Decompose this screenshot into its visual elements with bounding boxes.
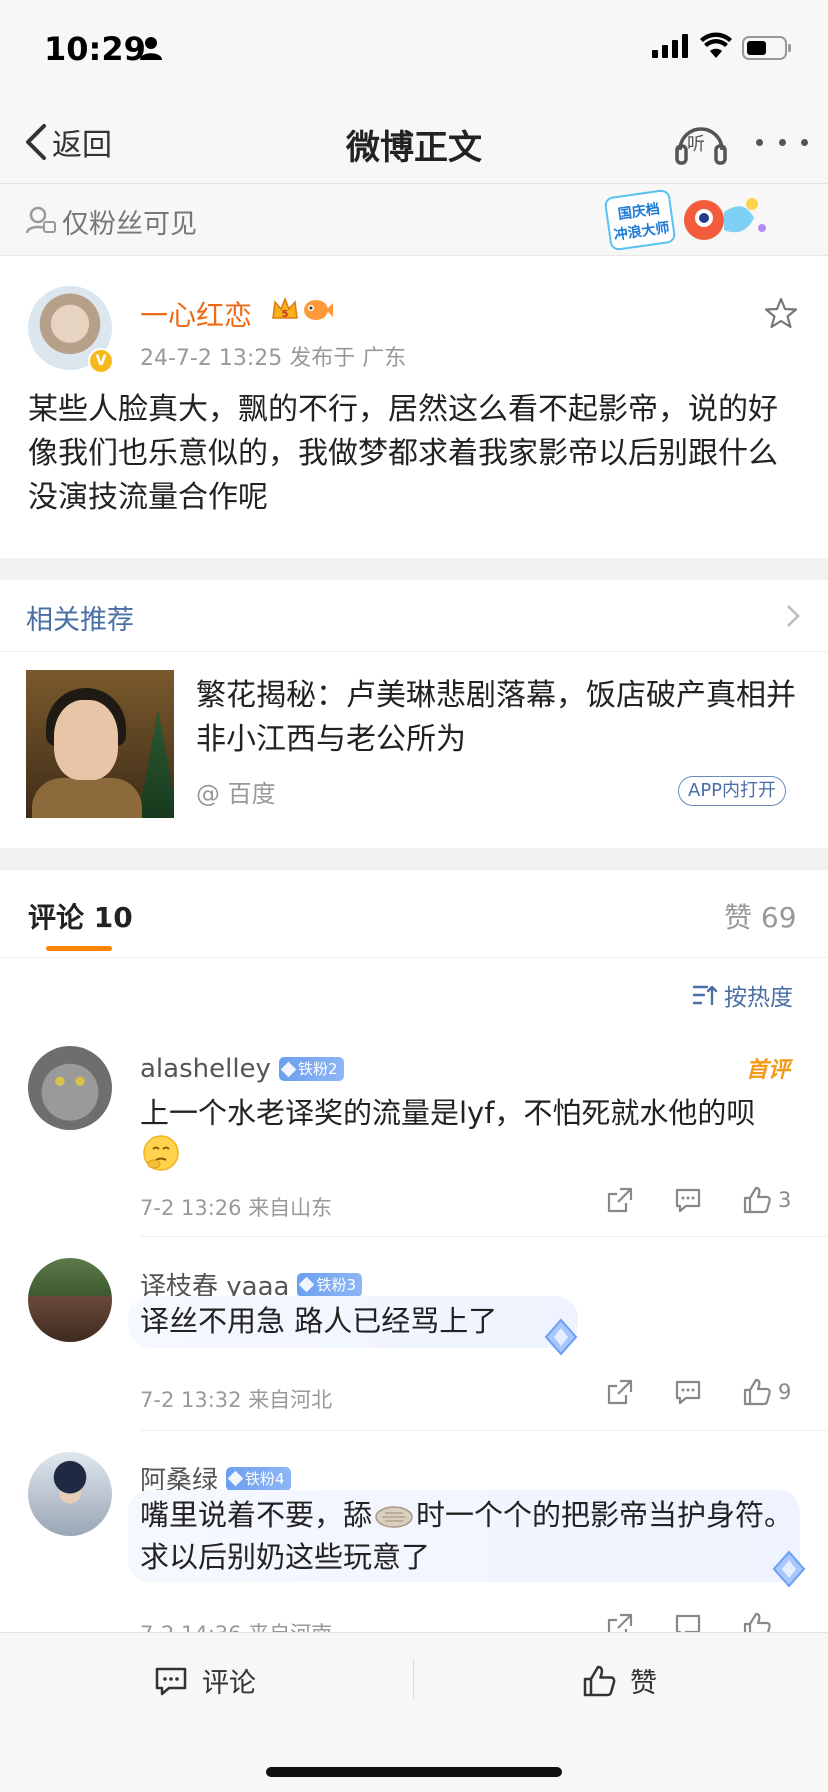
like-thumb-icon[interactable] xyxy=(742,1378,772,1406)
fish-badge-icon xyxy=(304,300,333,320)
back-label: 返回 xyxy=(52,128,112,163)
share-icon[interactable] xyxy=(606,1378,634,1406)
sort-by-hot-button[interactable]: 按热度 xyxy=(692,978,793,1012)
dumpling-emoji-icon xyxy=(375,1506,413,1528)
comment-meta: 7-2 13:32 来自河北 xyxy=(140,1388,333,1412)
chevron-right-icon xyxy=(787,605,800,627)
post-card: V 一心红恋 5 24-7-2 13:25 发布于 广东 某些人脸真大，飘的不行… xyxy=(0,256,828,558)
share-icon[interactable] xyxy=(606,1186,634,1214)
recommend-headline: 繁花揭秘：卢美琳悲剧落幕，饭店破产真相并非小江西与老公所为 xyxy=(196,678,796,757)
related-recommend-title: 相关推荐 xyxy=(26,605,134,636)
fan-level-text: 铁粉2 xyxy=(297,1060,338,1078)
like-count: 9 xyxy=(778,1380,792,1404)
favorite-star-icon[interactable] xyxy=(764,296,798,330)
bottom-like-button[interactable]: 赞 xyxy=(582,1661,657,1700)
reply-comment-icon[interactable] xyxy=(674,1378,702,1406)
comment-actions: 3 xyxy=(606,1186,791,1214)
sort-icon xyxy=(692,985,718,1006)
listen-button[interactable]: 听 xyxy=(674,118,728,166)
open-in-app-button[interactable]: APP内打开 xyxy=(678,776,787,806)
commenter-avatar[interactable] xyxy=(28,1258,112,1342)
bottom-comment-label: 评论 xyxy=(202,1668,256,1699)
visibility-bar: 仅粉丝可见 国庆档 冲浪大师 xyxy=(0,184,828,256)
fan-level-badge: 铁粉3 xyxy=(297,1272,362,1297)
battery-icon xyxy=(742,36,791,60)
comment-icon xyxy=(155,1667,187,1695)
home-indicator xyxy=(266,1767,562,1777)
nav-bar: 返回 微博正文 听 xyxy=(0,100,828,184)
bottom-divider xyxy=(413,1659,414,1699)
person-icon xyxy=(140,37,162,60)
section-gap xyxy=(0,558,828,580)
commenter-avatar[interactable] xyxy=(28,1046,112,1130)
bottom-like-label: 赞 xyxy=(630,1668,657,1699)
thinking-emoji-icon xyxy=(143,1135,179,1171)
commenter-name-row: alashelley 铁粉2 xyxy=(140,1054,344,1084)
commenter-name[interactable]: alashelley xyxy=(140,1054,271,1084)
bottom-action-bar: 评论 赞 xyxy=(0,1632,828,1792)
fan-level-badge: 铁粉2 xyxy=(278,1057,344,1081)
back-button[interactable]: 返回 xyxy=(22,120,112,164)
comment-text: 上一个水老译奖的流量是lyf，不怕死就水他的呗 xyxy=(140,1092,800,1134)
comment-text: 译丝不用急 路人已经骂上了 xyxy=(140,1304,498,1338)
diamond-decoration-icon xyxy=(544,1318,578,1356)
diamond-decoration-icon xyxy=(772,1550,806,1588)
visibility-text: 仅粉丝可见 xyxy=(62,209,197,240)
cellular-signal-icon xyxy=(652,34,688,58)
active-tab-underline xyxy=(46,946,112,951)
more-options-button[interactable] xyxy=(752,120,812,164)
status-time: 10:29 xyxy=(44,30,146,68)
comments-tabbar: 评论 10 赞 69 xyxy=(0,870,828,958)
crown-level: 5 xyxy=(282,309,289,320)
comment-divider xyxy=(140,1430,828,1431)
fan-level-badge: 铁粉4 xyxy=(226,1466,291,1491)
commenter-avatar[interactable] xyxy=(28,1452,112,1536)
holiday-surf-master-badge[interactable]: 国庆档 冲浪大师 xyxy=(604,188,770,254)
bottom-comment-button[interactable]: 评论 xyxy=(154,1661,256,1700)
tab-likes[interactable]: 赞 69 xyxy=(724,896,797,936)
comment-text: 嘴里说着不要，舔 时一个个的把影帝当护身符。求以后别奶这些玩意了 xyxy=(140,1494,800,1578)
comment-text-content: 上一个水老译奖的流量是lyf，不怕死就水他的呗 xyxy=(140,1096,756,1130)
comment-meta: 7-2 13:26 来自山东 xyxy=(140,1196,333,1220)
first-comment-badge: 首评 xyxy=(746,1058,791,1083)
post-content: 某些人脸真大，飘的不行，居然这么看不起影帝，说的好像我们也乐意似的，我做梦都求着… xyxy=(28,392,778,515)
post-author-name[interactable]: 一心红恋 xyxy=(140,294,252,334)
comment-divider xyxy=(140,1236,828,1237)
post-meta: 24-7-2 13:25 发布于 广东 xyxy=(140,346,407,371)
chevron-left-icon xyxy=(26,124,46,160)
comment-text-part1: 嘴里说着不要，舔 xyxy=(140,1498,373,1532)
diamond-icon xyxy=(227,1470,244,1487)
dot-icon xyxy=(778,138,786,146)
diamond-icon xyxy=(299,1276,315,1293)
status-bar: 10:29 xyxy=(0,0,828,100)
tab-comments[interactable]: 评论 10 xyxy=(28,896,133,936)
fan-level-text: 铁粉4 xyxy=(245,1469,285,1488)
like-thumb-icon xyxy=(583,1665,616,1696)
verified-badge-icon: V xyxy=(88,348,114,374)
crown-member-icon: 5 xyxy=(272,296,298,320)
dot-icon xyxy=(801,138,808,146)
like-thumb-icon[interactable] xyxy=(742,1186,772,1214)
comment-actions: 9 xyxy=(606,1378,791,1406)
section-gap xyxy=(0,848,828,870)
recommend-source: @ 百度 xyxy=(196,780,276,808)
like-count: 3 xyxy=(778,1188,792,1212)
related-recommend-header[interactable]: 相关推荐 xyxy=(0,580,828,652)
fans-only-lock-icon xyxy=(26,206,56,234)
sort-label: 按热度 xyxy=(724,985,793,1011)
diamond-icon xyxy=(280,1061,297,1077)
fan-level-text: 铁粉3 xyxy=(316,1275,356,1294)
reply-comment-icon[interactable] xyxy=(674,1186,702,1214)
wifi-icon xyxy=(700,32,732,58)
dot-icon xyxy=(756,138,763,146)
related-recommend-card[interactable]: 繁花揭秘：卢美琳悲剧落幕，饭店破产真相并非小江西与老公所为 @ 百度 APP内打… xyxy=(0,652,828,848)
recommend-thumbnail xyxy=(26,670,174,818)
listen-label: 听 xyxy=(687,134,705,155)
